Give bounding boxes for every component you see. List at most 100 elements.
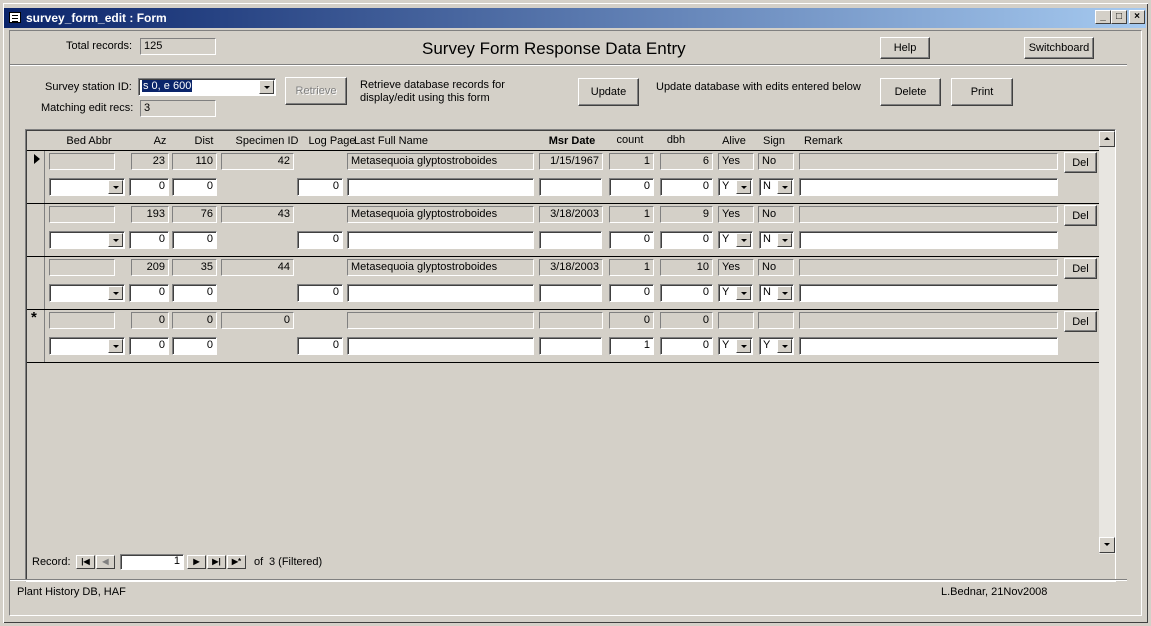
help-button[interactable]: Help bbox=[880, 37, 930, 59]
chevron-down-icon[interactable] bbox=[777, 286, 792, 300]
alive-combo[interactable]: Y bbox=[718, 231, 753, 249]
title-bar[interactable]: survey_form_edit : Form _ □ × bbox=[4, 8, 1146, 28]
dist-input[interactable]: 0 bbox=[172, 337, 217, 355]
dbh-input[interactable]: 0 bbox=[660, 231, 713, 249]
chevron-down-icon[interactable] bbox=[108, 233, 123, 247]
remark-input[interactable] bbox=[799, 231, 1058, 249]
last-full-name-value bbox=[347, 312, 534, 329]
chevron-down-icon[interactable] bbox=[259, 80, 274, 94]
az-input[interactable]: 0 bbox=[129, 337, 169, 355]
dist-input[interactable]: 0 bbox=[172, 284, 217, 302]
del-button[interactable]: Del bbox=[1064, 205, 1097, 226]
sign-combo-value: N bbox=[763, 180, 771, 192]
remark-input[interactable] bbox=[799, 178, 1058, 196]
chevron-down-icon[interactable] bbox=[777, 233, 792, 247]
delete-button[interactable]: Delete bbox=[880, 78, 941, 106]
bed-abbr-combo[interactable] bbox=[49, 337, 125, 355]
minimize-button[interactable]: _ bbox=[1095, 10, 1111, 24]
maximize-button[interactable]: □ bbox=[1111, 10, 1127, 24]
chevron-down-icon[interactable] bbox=[108, 286, 123, 300]
new-record-button[interactable]: ▶* bbox=[227, 555, 246, 569]
alive-combo[interactable]: Y bbox=[718, 337, 753, 355]
az-input[interactable]: 0 bbox=[129, 178, 169, 196]
record-total: 3 (Filtered) bbox=[269, 556, 323, 568]
bed-abbr bbox=[49, 312, 115, 329]
chevron-down-icon[interactable] bbox=[777, 339, 792, 353]
bed-abbr-combo[interactable] bbox=[49, 178, 125, 196]
alive-combo-value: Y bbox=[722, 339, 730, 351]
remark-input[interactable] bbox=[799, 337, 1058, 355]
remark-input[interactable] bbox=[799, 284, 1058, 302]
col-alive: Alive bbox=[722, 135, 746, 147]
del-button[interactable]: Del bbox=[1064, 152, 1097, 173]
msr-date-input[interactable] bbox=[539, 337, 602, 355]
name-input[interactable] bbox=[347, 337, 534, 355]
del-button[interactable]: Del bbox=[1064, 311, 1097, 332]
dist-input[interactable]: 0 bbox=[172, 231, 217, 249]
bed-abbr-combo[interactable] bbox=[49, 231, 125, 249]
az-input[interactable]: 0 bbox=[129, 284, 169, 302]
msr-date-input[interactable] bbox=[539, 284, 602, 302]
dbh-input[interactable]: 0 bbox=[660, 337, 713, 355]
retrieve-button[interactable]: Retrieve bbox=[285, 77, 347, 105]
total-records-label: Total records: bbox=[66, 40, 133, 52]
prev-record-button[interactable]: ◀ bbox=[96, 555, 115, 569]
record-selector[interactable] bbox=[27, 204, 45, 256]
dbh-value: 6 bbox=[660, 153, 713, 170]
alive-combo[interactable]: Y bbox=[718, 284, 753, 302]
name-input[interactable] bbox=[347, 178, 534, 196]
remark-value bbox=[799, 206, 1058, 223]
count-input[interactable]: 0 bbox=[609, 284, 654, 302]
chevron-down-icon[interactable] bbox=[108, 180, 123, 194]
chevron-down-icon[interactable] bbox=[777, 180, 792, 194]
name-input[interactable] bbox=[347, 231, 534, 249]
scroll-down-button[interactable] bbox=[1099, 537, 1115, 553]
sign-combo[interactable]: N bbox=[759, 231, 794, 249]
update-description: Update database with edits entered below bbox=[656, 81, 861, 93]
update-button[interactable]: Update bbox=[578, 78, 639, 106]
record-selector[interactable] bbox=[27, 151, 45, 203]
chevron-down-icon[interactable] bbox=[736, 180, 751, 194]
sign-combo[interactable]: N bbox=[759, 284, 794, 302]
vertical-scrollbar[interactable] bbox=[1099, 131, 1115, 554]
first-record-button[interactable]: |◀ bbox=[76, 555, 95, 569]
sign-combo[interactable]: N bbox=[759, 178, 794, 196]
chevron-down-icon[interactable] bbox=[736, 339, 751, 353]
chevron-down-icon[interactable] bbox=[736, 286, 751, 300]
az-input[interactable]: 0 bbox=[129, 231, 169, 249]
count-value: 1 bbox=[609, 259, 654, 276]
bed-abbr-combo[interactable] bbox=[49, 284, 125, 302]
chevron-down-icon[interactable] bbox=[736, 233, 751, 247]
log-page-input[interactable]: 0 bbox=[297, 337, 343, 355]
log-page-input[interactable]: 0 bbox=[297, 231, 343, 249]
sign-combo[interactable]: Y bbox=[759, 337, 794, 355]
print-button[interactable]: Print bbox=[951, 78, 1013, 106]
scroll-up-button[interactable] bbox=[1099, 131, 1115, 147]
dist-input[interactable]: 0 bbox=[172, 178, 217, 196]
arrow-up-icon bbox=[1104, 137, 1110, 140]
form-icon bbox=[9, 12, 21, 23]
dbh-input[interactable]: 0 bbox=[660, 284, 713, 302]
record-selector[interactable]: * bbox=[27, 309, 45, 362]
last-record-button[interactable]: ▶| bbox=[207, 555, 226, 569]
log-page-input[interactable]: 0 bbox=[297, 178, 343, 196]
chevron-down-icon[interactable] bbox=[108, 339, 123, 353]
log-page-input[interactable]: 0 bbox=[297, 284, 343, 302]
close-button[interactable]: × bbox=[1129, 10, 1145, 24]
count-input[interactable]: 1 bbox=[609, 337, 654, 355]
msr-date-input[interactable] bbox=[539, 231, 602, 249]
record-selector[interactable] bbox=[27, 257, 45, 309]
header-divider bbox=[10, 64, 1127, 66]
name-input[interactable] bbox=[347, 284, 534, 302]
current-record-input[interactable]: 1 bbox=[120, 554, 184, 570]
del-button[interactable]: Del bbox=[1064, 258, 1097, 279]
dbh-input[interactable]: 0 bbox=[660, 178, 713, 196]
msr-date-input[interactable] bbox=[539, 178, 602, 196]
count-input[interactable]: 0 bbox=[609, 178, 654, 196]
specimen-id-value: 0 bbox=[221, 312, 294, 329]
switchboard-button[interactable]: Switchboard bbox=[1024, 37, 1094, 59]
next-record-button[interactable]: ▶ bbox=[187, 555, 206, 569]
alive-combo[interactable]: Y bbox=[718, 178, 753, 196]
count-input[interactable]: 0 bbox=[609, 231, 654, 249]
station-combo[interactable]: s 0, e 600 bbox=[138, 78, 276, 96]
